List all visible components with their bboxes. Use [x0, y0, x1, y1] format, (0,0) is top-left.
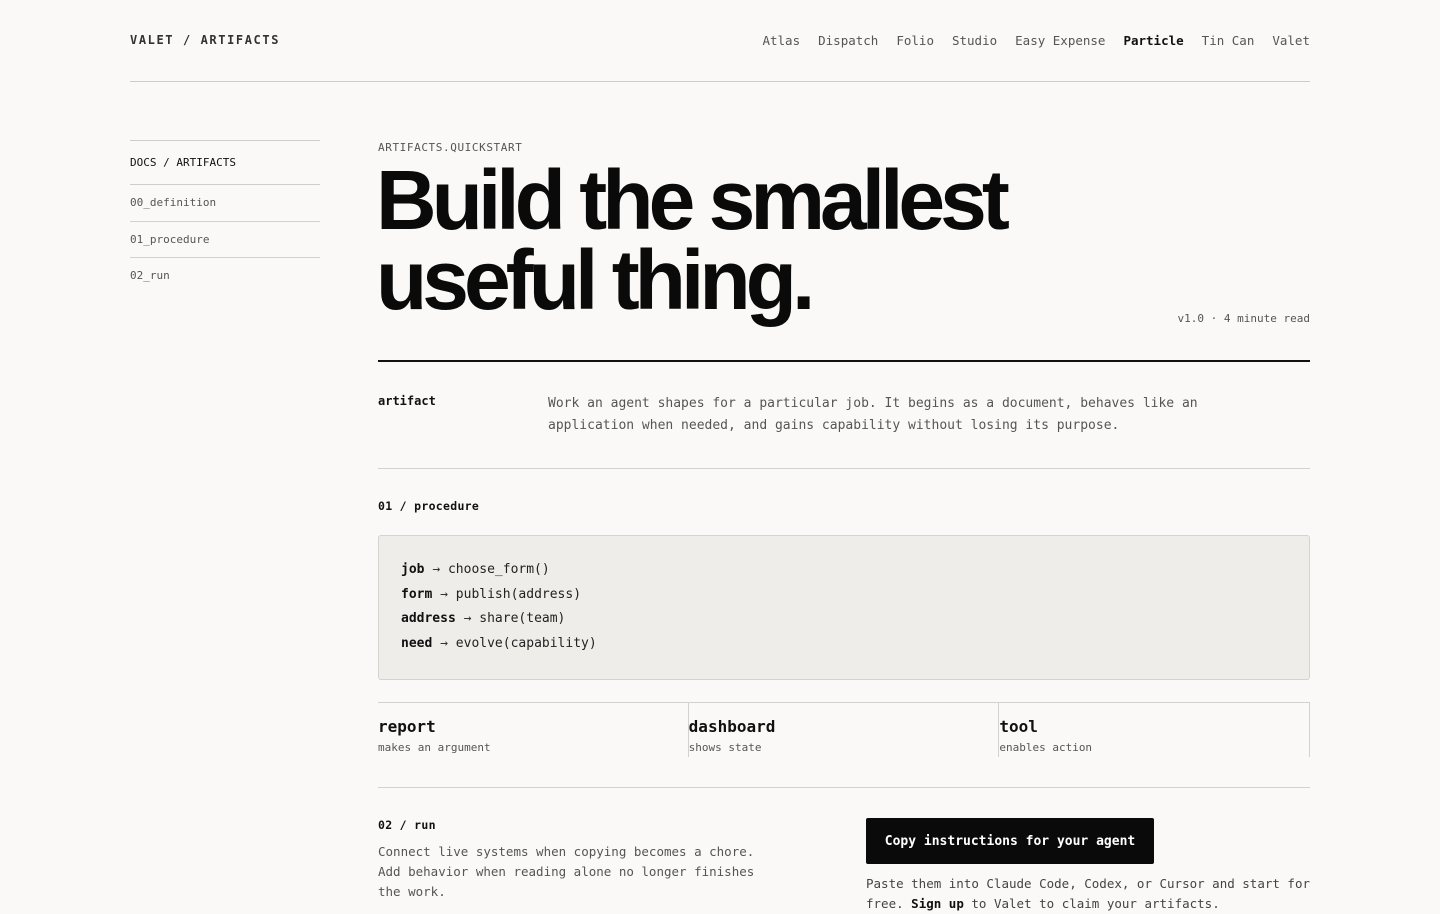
- code-line: form → publish(address): [401, 583, 1287, 608]
- page-title-line-2: useful thing.: [376, 233, 815, 327]
- code-call: evolve(capability): [455, 635, 597, 651]
- nav-item-easy-expense[interactable]: Easy Expense: [1015, 33, 1105, 48]
- card-tool: tool enables action: [999, 702, 1311, 757]
- code-call: publish(address): [455, 586, 582, 602]
- procedure-code-block: job → choose_form() form → publish(addre…: [378, 535, 1310, 680]
- cta-text-after: to Valet to claim your artifacts.: [971, 896, 1220, 911]
- nav-item-atlas[interactable]: Atlas: [762, 33, 800, 48]
- cta-description: Paste them into Claude Code, Codex, or C…: [866, 874, 1310, 914]
- sidebar-item-definition[interactable]: 00_definition: [130, 185, 320, 222]
- sidebar-item-procedure[interactable]: 01_procedure: [130, 222, 320, 258]
- sidebar-item-run[interactable]: 02_run: [130, 258, 320, 295]
- run-description: Connect live systems when copying become…: [378, 844, 755, 899]
- sidebar-heading: DOCS / ARTIFACTS: [130, 140, 320, 185]
- code-line: need → evolve(capability): [401, 632, 1287, 657]
- brand-logo[interactable]: VALET / ARTIFACTS: [130, 33, 280, 47]
- docs-sidebar: DOCS / ARTIFACTS 00_definition 01_proced…: [130, 140, 320, 295]
- procedure-label: 01 / procedure: [378, 499, 480, 513]
- version-meta: v1.0 · 4 minute read: [1177, 312, 1310, 325]
- sign-up-link[interactable]: Sign up: [911, 896, 964, 911]
- nav-item-tin-can[interactable]: Tin Can: [1202, 33, 1255, 48]
- card-report: report makes an argument: [378, 702, 689, 757]
- card-subtitle: shows state: [688, 741, 762, 754]
- card-subtitle: enables action: [999, 741, 1093, 754]
- nav-item-particle[interactable]: Particle: [1123, 33, 1183, 48]
- code-key: job: [401, 562, 425, 577]
- code-key: form: [401, 586, 433, 602]
- nav-item-studio[interactable]: Studio: [952, 33, 997, 48]
- code-line: job → choose_form(): [401, 558, 1287, 583]
- section-divider: [378, 468, 1310, 469]
- definition-term: artifact: [378, 394, 436, 408]
- code-key: need: [401, 635, 433, 651]
- arrow-icon: →: [440, 586, 448, 602]
- top-navigation: Atlas Dispatch Folio Studio Easy Expense…: [762, 33, 1310, 48]
- run-label: 02 / run: [378, 818, 436, 832]
- section-divider: [378, 787, 1310, 788]
- card-title: dashboard: [688, 717, 776, 736]
- code-line: address → share(team): [401, 607, 1287, 632]
- arrow-icon: →: [432, 562, 441, 577]
- arrow-icon: →: [463, 611, 472, 627]
- copy-instructions-button[interactable]: Copy instructions for your agent: [866, 818, 1154, 864]
- card-title: report: [378, 717, 436, 736]
- nav-item-dispatch[interactable]: Dispatch: [818, 33, 878, 48]
- arrow-icon: →: [440, 635, 448, 651]
- header-divider: [130, 81, 1310, 82]
- page-title: Build the smallest useful thing.: [376, 158, 1136, 322]
- card-title: tool: [999, 717, 1038, 736]
- definition-text: Work an agent shapes for a particular jo…: [548, 396, 1198, 433]
- title-divider: [378, 360, 1310, 362]
- card-dashboard: dashboard shows state: [688, 702, 1000, 757]
- code-call: share(team): [479, 611, 566, 627]
- code-key: address: [401, 611, 456, 627]
- artifact-type-cards: report makes an argument dashboard shows…: [378, 702, 1311, 757]
- card-subtitle: makes an argument: [378, 741, 491, 754]
- nav-item-valet[interactable]: Valet: [1272, 33, 1310, 48]
- nav-item-folio[interactable]: Folio: [896, 33, 934, 48]
- code-call: choose_form(): [447, 562, 550, 577]
